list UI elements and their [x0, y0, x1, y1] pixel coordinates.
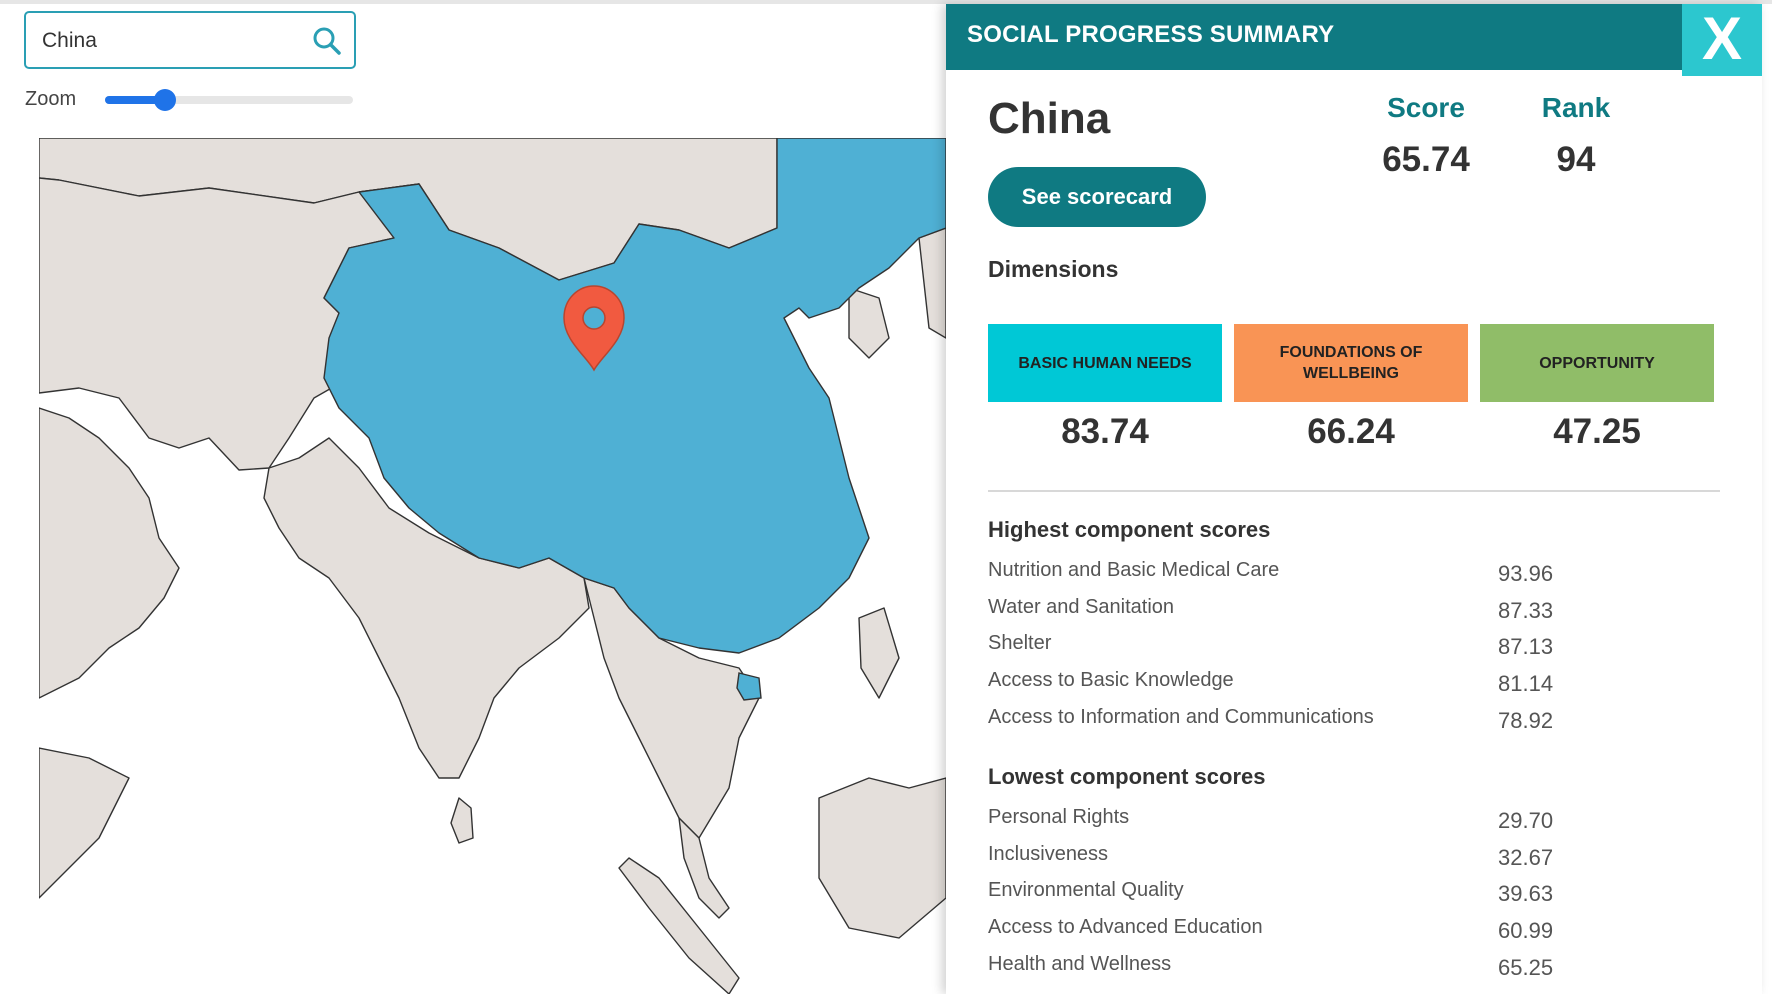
component-value: 39.63: [1498, 881, 1554, 907]
search-input[interactable]: [40, 13, 304, 69]
dimensions-title: Dimensions: [988, 256, 1119, 282]
score-value: 65.74: [1382, 140, 1470, 179]
list-item: Nutrition and Basic Medical Care 93.96: [988, 559, 1720, 596]
highest-scores-list: Nutrition and Basic Medical Care 93.96 W…: [988, 559, 1720, 742]
country-name: China: [988, 94, 1111, 143]
score-label: Score: [1387, 92, 1465, 123]
component-name: Shelter: [988, 632, 1052, 655]
component-value: 32.67: [1498, 844, 1554, 870]
component-value: 65.25: [1498, 954, 1554, 980]
component-name: Environmental Quality: [988, 879, 1184, 902]
lowest-scores-title: Lowest component scores: [988, 764, 1266, 789]
section-divider: [988, 490, 1720, 492]
dimension-value-opportunity: 47.25: [1553, 412, 1641, 451]
list-item: Health and Wellness 65.25: [988, 953, 1720, 990]
lowest-scores-list: Personal Rights 29.70 Inclusiveness 32.6…: [988, 806, 1720, 989]
rank-value: 94: [1556, 140, 1596, 179]
panel-title: SOCIAL PROGRESS SUMMARY: [967, 21, 1335, 48]
component-name: Nutrition and Basic Medical Care: [988, 559, 1280, 581]
list-item: Shelter 87.13: [988, 632, 1720, 669]
zoom-label: Zoom: [25, 88, 77, 110]
panel-header: SOCIAL PROGRESS SUMMARY: [946, 4, 1682, 70]
component-name: Access to Advanced Education: [988, 916, 1263, 939]
component-name: Personal Rights: [988, 806, 1130, 828]
map[interactable]: [39, 138, 946, 994]
zoom-slider[interactable]: [105, 89, 353, 111]
component-name: Water and Sanitation: [988, 595, 1175, 618]
component-name: Access to Basic Knowledge: [988, 669, 1234, 692]
social-progress-panel: SOCIAL PROGRESS SUMMARY X China Score 65…: [946, 4, 1762, 994]
component-value: 87.13: [1498, 634, 1554, 660]
search-icon[interactable]: [312, 26, 342, 56]
list-item: Access to Advanced Education 60.99: [988, 916, 1720, 953]
highest-scores-title: Highest component scores: [988, 517, 1271, 542]
rank-label: Rank: [1541, 92, 1611, 123]
component-value: 93.96: [1498, 561, 1554, 586]
dimension-value-foundations-of-wellbeing: 66.24: [1307, 412, 1395, 451]
dimension-basic-human-needs[interactable]: BASIC HUMAN NEEDS: [988, 324, 1222, 402]
component-value: 87.33: [1498, 597, 1554, 623]
see-scorecard-button[interactable]: See scorecard: [988, 167, 1206, 227]
list-item: Water and Sanitation 87.33: [988, 596, 1720, 633]
list-item: Environmental Quality 39.63: [988, 879, 1720, 916]
component-name: Health and Wellness: [988, 952, 1172, 975]
close-button[interactable]: X: [1682, 4, 1762, 76]
component-name: Inclusiveness: [988, 842, 1109, 865]
component-value: 81.14: [1498, 671, 1554, 697]
component-name: Access to Information and Communications: [988, 705, 1374, 728]
component-value: 29.70: [1498, 808, 1554, 833]
list-item: Inclusiveness 32.67: [988, 843, 1720, 880]
component-value: 78.92: [1498, 707, 1554, 733]
component-value: 60.99: [1498, 918, 1554, 944]
dimension-value-basic-human-needs: 83.74: [1061, 412, 1149, 451]
zoom-slider-thumb[interactable]: [153, 89, 176, 111]
dimension-foundations-of-wellbeing[interactable]: FOUNDATIONS OF WELLBEING: [1234, 324, 1468, 402]
list-item: Access to Information and Communications…: [988, 706, 1720, 743]
search-box[interactable]: [24, 11, 356, 69]
list-item: Personal Rights 29.70: [988, 806, 1720, 843]
list-item: Access to Basic Knowledge 81.14: [988, 669, 1720, 706]
dimension-opportunity[interactable]: OPPORTUNITY: [1480, 324, 1714, 402]
